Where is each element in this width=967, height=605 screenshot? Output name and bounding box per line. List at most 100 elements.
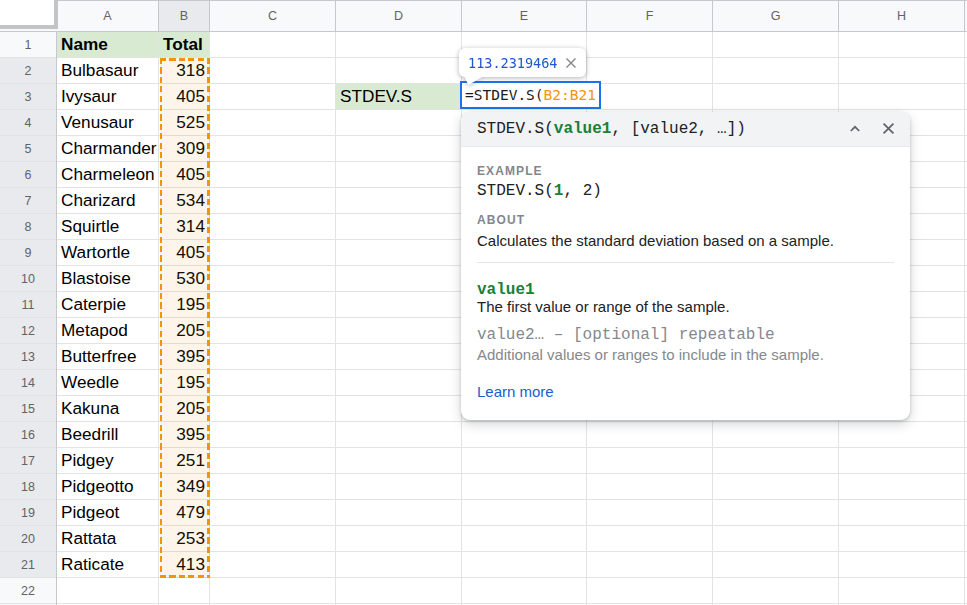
cell-B4[interactable]: 525 [159, 110, 210, 136]
row-header-12[interactable]: 12 [0, 318, 56, 344]
cell-E19[interactable] [462, 500, 587, 526]
cell-D20[interactable] [336, 526, 462, 552]
cell-B21[interactable]: 413 [159, 552, 210, 578]
cell-A15[interactable]: Kakuna [57, 396, 159, 422]
cell-C8[interactable] [210, 214, 336, 240]
row-header-5[interactable]: 5 [0, 136, 56, 162]
cell-C6[interactable] [210, 162, 336, 188]
cell-B16[interactable]: 395 [159, 422, 210, 448]
cell-D3[interactable]: STDEV.S [336, 84, 462, 110]
cell-A22[interactable] [57, 578, 159, 604]
cell-C9[interactable] [210, 240, 336, 266]
cell-A19[interactable]: Pidgeot [57, 500, 159, 526]
cell-E18[interactable] [462, 474, 587, 500]
preview-close-button[interactable] [565, 57, 577, 69]
row-header-2[interactable]: 2 [0, 58, 56, 84]
cell-A20[interactable]: Rattata [57, 526, 159, 552]
row-header-6[interactable]: 6 [0, 162, 56, 188]
cell-H2[interactable] [839, 58, 965, 84]
cell-D5[interactable] [336, 136, 462, 162]
cell-G19[interactable] [713, 500, 839, 526]
cell-H20[interactable] [839, 526, 965, 552]
cell-D6[interactable] [336, 162, 462, 188]
cell-B17[interactable]: 251 [159, 448, 210, 474]
cell-D18[interactable] [336, 474, 462, 500]
cell-D8[interactable] [336, 214, 462, 240]
cell-C22[interactable] [210, 578, 336, 604]
cell-G21[interactable] [713, 552, 839, 578]
formula-edit-cell[interactable]: =STDEV.S(B2:B21 [460, 81, 601, 109]
cell-B1[interactable]: Total [159, 32, 210, 58]
cell-D4[interactable] [336, 110, 462, 136]
cell-D19[interactable] [336, 500, 462, 526]
cell-C3[interactable] [210, 84, 336, 110]
cell-D11[interactable] [336, 292, 462, 318]
cell-E17[interactable] [462, 448, 587, 474]
cell-F3[interactable] [587, 84, 713, 110]
cell-D7[interactable] [336, 188, 462, 214]
column-header-C[interactable]: C [210, 1, 336, 31]
row-header-11[interactable]: 11 [0, 292, 56, 318]
cell-C14[interactable] [210, 370, 336, 396]
column-header-B[interactable]: B [159, 1, 210, 31]
cell-B18[interactable]: 349 [159, 474, 210, 500]
cell-D12[interactable] [336, 318, 462, 344]
cell-C2[interactable] [210, 58, 336, 84]
row-header-17[interactable]: 17 [0, 448, 56, 474]
cell-G18[interactable] [713, 474, 839, 500]
cell-B20[interactable]: 253 [159, 526, 210, 552]
cell-C19[interactable] [210, 500, 336, 526]
cell-B5[interactable]: 309 [159, 136, 210, 162]
cell-H22[interactable] [839, 578, 965, 604]
cell-C18[interactable] [210, 474, 336, 500]
column-header-G[interactable]: G [713, 1, 839, 31]
cell-A16[interactable]: Beedrill [57, 422, 159, 448]
row-header-9[interactable]: 9 [0, 240, 56, 266]
row-header-1[interactable]: 1 [0, 32, 56, 58]
cell-D13[interactable] [336, 344, 462, 370]
column-header-E[interactable]: E [462, 1, 587, 31]
cell-F2[interactable] [587, 58, 713, 84]
cell-G2[interactable] [713, 58, 839, 84]
row-header-7[interactable]: 7 [0, 188, 56, 214]
column-header-D[interactable]: D [336, 1, 462, 31]
cell-B6[interactable]: 405 [159, 162, 210, 188]
row-header-13[interactable]: 13 [0, 344, 56, 370]
cell-D2[interactable] [336, 58, 462, 84]
cell-C21[interactable] [210, 552, 336, 578]
cell-H19[interactable] [839, 500, 965, 526]
cell-G17[interactable] [713, 448, 839, 474]
cell-B12[interactable]: 205 [159, 318, 210, 344]
cell-B8[interactable]: 314 [159, 214, 210, 240]
cell-H21[interactable] [839, 552, 965, 578]
row-header-22[interactable]: 22 [0, 578, 56, 604]
cell-C20[interactable] [210, 526, 336, 552]
cell-B9[interactable]: 405 [159, 240, 210, 266]
cell-C5[interactable] [210, 136, 336, 162]
cell-G20[interactable] [713, 526, 839, 552]
cell-E22[interactable] [462, 578, 587, 604]
cell-D16[interactable] [336, 422, 462, 448]
cell-F18[interactable] [587, 474, 713, 500]
row-header-4[interactable]: 4 [0, 110, 56, 136]
cell-B10[interactable]: 530 [159, 266, 210, 292]
cell-D1[interactable] [336, 32, 462, 58]
cell-B3[interactable]: 405 [159, 84, 210, 110]
cell-C15[interactable] [210, 396, 336, 422]
cell-D22[interactable] [336, 578, 462, 604]
cell-A12[interactable]: Metapod [57, 318, 159, 344]
cell-A10[interactable]: Blastoise [57, 266, 159, 292]
column-header-A[interactable]: A [57, 1, 159, 31]
column-header-F[interactable]: F [587, 1, 713, 31]
cell-A1[interactable]: Name [57, 32, 159, 58]
cell-H3[interactable] [839, 84, 965, 110]
cell-B22[interactable] [159, 578, 210, 604]
cell-H16[interactable] [839, 422, 965, 448]
cell-B19[interactable]: 479 [159, 500, 210, 526]
cell-A21[interactable]: Raticate [57, 552, 159, 578]
cell-F17[interactable] [587, 448, 713, 474]
cell-B15[interactable]: 205 [159, 396, 210, 422]
row-header-3[interactable]: 3 [0, 84, 56, 110]
cell-A11[interactable]: Caterpie [57, 292, 159, 318]
select-all-corner[interactable] [0, 0, 58, 29]
